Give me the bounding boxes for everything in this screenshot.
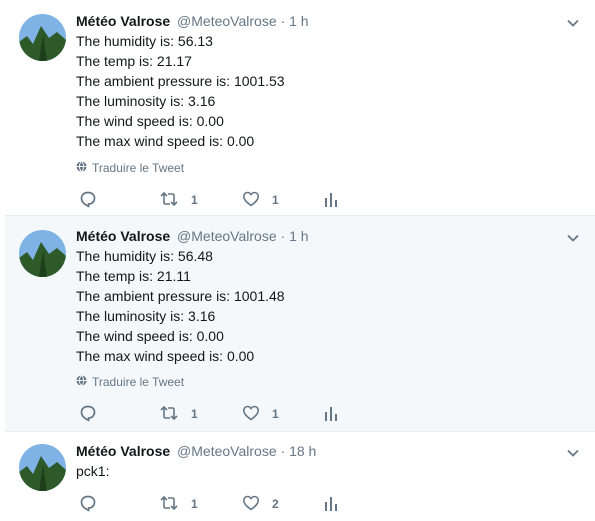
tweet-line: The max wind speed is: 0.00 <box>76 348 255 364</box>
tweet-line: The ambient pressure is: 1001.53 <box>76 73 285 89</box>
retweet-count: 1 <box>191 497 198 511</box>
chevron-down-icon[interactable] <box>565 230 581 246</box>
analytics-button[interactable] <box>324 190 338 210</box>
reply-button[interactable] <box>79 404 97 424</box>
like-count: 1 <box>272 193 279 207</box>
tweet[interactable]: Météo Valrose @MeteoValrose · 1 h The hu… <box>5 216 595 432</box>
tweet-line: The temp is: 21.17 <box>76 53 192 69</box>
translate-link[interactable]: Traduire le Tweet <box>76 374 184 390</box>
timestamp[interactable]: 18 h <box>289 443 316 459</box>
display-name[interactable]: Météo Valrose <box>76 228 170 244</box>
chevron-down-icon[interactable] <box>565 15 581 31</box>
tweet-header: Météo Valrose @MeteoValrose · 18 h <box>76 441 316 461</box>
timeline-feed: Météo Valrose @MeteoValrose · 1 h The hu… <box>5 0 595 521</box>
analytics-icon <box>324 190 338 211</box>
timestamp[interactable]: 1 h <box>289 13 308 29</box>
like-icon <box>242 494 260 515</box>
retweet-count: 1 <box>191 407 198 421</box>
tweet-line: The luminosity is: 3.16 <box>76 308 216 324</box>
reply-icon <box>79 494 97 515</box>
tweet-actions: 1 1 <box>79 404 379 424</box>
display-name[interactable]: Météo Valrose <box>76 443 170 459</box>
separator: · <box>280 228 286 244</box>
analytics-button[interactable] <box>324 494 338 514</box>
avatar[interactable] <box>19 230 66 277</box>
tweet-header: Météo Valrose @MeteoValrose · 1 h <box>76 226 309 246</box>
tweet-text: pck1: <box>76 461 109 481</box>
reply-button[interactable] <box>79 494 97 514</box>
tweet-line: The humidity is: 56.48 <box>76 248 213 264</box>
username[interactable]: @MeteoValrose <box>177 228 277 244</box>
avatar[interactable] <box>19 444 66 491</box>
reply-button[interactable] <box>79 190 97 210</box>
tweet-actions: 1 1 <box>79 190 379 210</box>
tweet-text: The humidity is: 56.13 The temp is: 21.1… <box>76 31 285 151</box>
like-icon <box>242 404 260 425</box>
like-count: 1 <box>272 407 279 421</box>
translate-link[interactable]: Traduire le Tweet <box>76 160 184 176</box>
separator: · <box>280 443 286 459</box>
tweet-line: The humidity is: 56.13 <box>76 33 213 49</box>
chevron-down-icon[interactable] <box>565 445 581 461</box>
retweet-button[interactable]: 1 <box>159 404 198 424</box>
separator: · <box>280 13 286 29</box>
tweet-line: pck1: <box>76 463 110 479</box>
analytics-button[interactable] <box>324 404 338 424</box>
tweet-line: The wind speed is: 0.00 <box>76 328 224 344</box>
translate-label: Traduire le Tweet <box>92 375 185 389</box>
timestamp[interactable]: 1 h <box>289 228 308 244</box>
tweet-line: The wind speed is: 0.00 <box>76 113 224 129</box>
tweet-header: Météo Valrose @MeteoValrose · 1 h <box>76 11 309 31</box>
tweet-line: The luminosity is: 3.16 <box>76 93 216 109</box>
reply-icon <box>79 190 97 211</box>
tweet-text: The humidity is: 56.48 The temp is: 21.1… <box>76 246 285 366</box>
tweet[interactable]: Météo Valrose @MeteoValrose · 1 h The hu… <box>5 0 595 216</box>
like-icon <box>242 190 260 211</box>
retweet-count: 1 <box>191 193 198 207</box>
like-button[interactable]: 2 <box>242 494 279 514</box>
reply-icon <box>79 404 97 425</box>
analytics-icon <box>324 494 338 515</box>
analytics-icon <box>324 404 338 425</box>
globe-icon <box>76 374 87 390</box>
tweet-line: The ambient pressure is: 1001.48 <box>76 288 285 304</box>
retweet-icon <box>159 494 179 515</box>
tweet[interactable]: Météo Valrose @MeteoValrose · 18 h pck1:… <box>5 432 595 521</box>
username[interactable]: @MeteoValrose <box>177 13 277 29</box>
retweet-button[interactable]: 1 <box>159 494 198 514</box>
tweet-line: The temp is: 21.11 <box>76 268 191 284</box>
tweet-actions: 1 2 <box>79 494 379 514</box>
retweet-icon <box>159 404 179 425</box>
globe-icon <box>76 160 87 176</box>
tweet-line: The max wind speed is: 0.00 <box>76 133 255 149</box>
display-name[interactable]: Météo Valrose <box>76 13 170 29</box>
retweet-button[interactable]: 1 <box>159 190 198 210</box>
translate-label: Traduire le Tweet <box>92 161 185 175</box>
username[interactable]: @MeteoValrose <box>177 443 277 459</box>
like-button[interactable]: 1 <box>242 190 279 210</box>
like-count: 2 <box>272 497 279 511</box>
retweet-icon <box>159 190 179 211</box>
like-button[interactable]: 1 <box>242 404 279 424</box>
avatar[interactable] <box>19 14 66 61</box>
